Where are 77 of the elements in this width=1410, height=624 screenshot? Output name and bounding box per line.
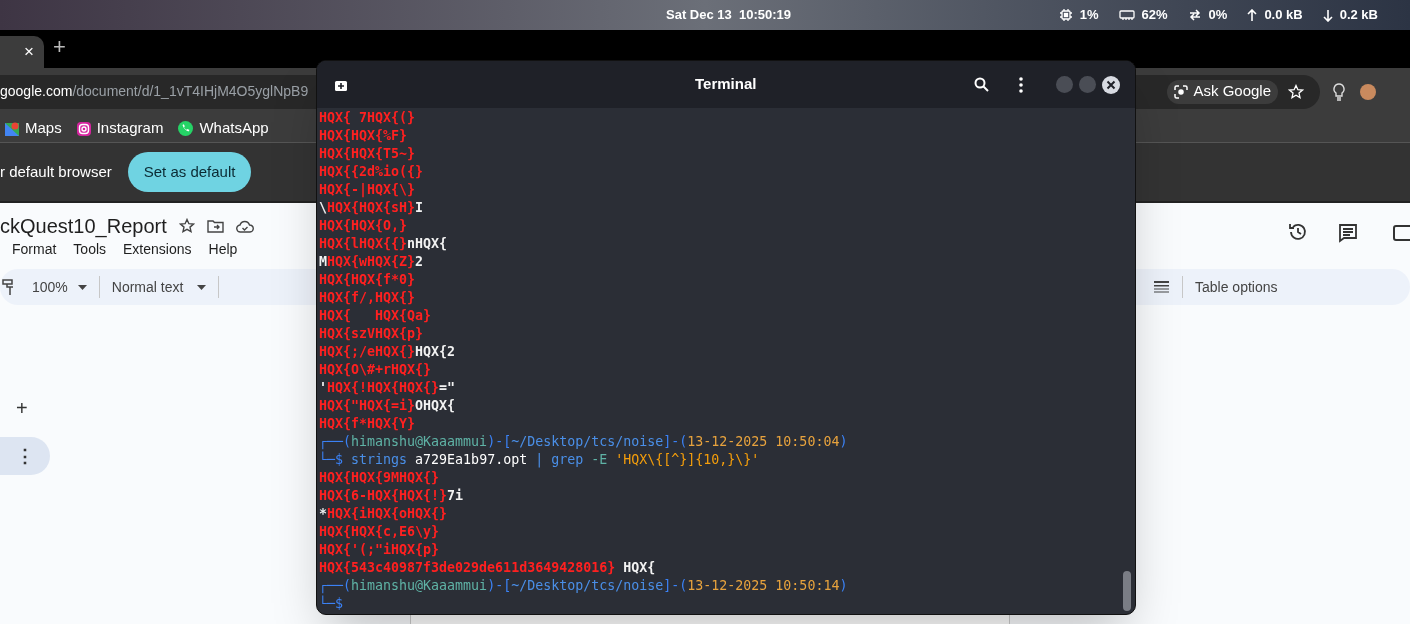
up-arrow-icon	[1247, 8, 1258, 22]
infobar-message: r default browser	[0, 161, 112, 182]
avatar[interactable]	[1360, 83, 1376, 100]
output-line: *HQX{iHQX{oHQX{}	[319, 505, 448, 523]
lens-icon	[1174, 84, 1189, 99]
down-arrow-icon	[1322, 8, 1333, 22]
zoom-dropdown[interactable]: 100%	[32, 276, 87, 298]
menu-item[interactable]: Format	[12, 239, 57, 260]
lightbulb-icon[interactable]	[1332, 82, 1346, 101]
phone-bubble-icon	[177, 120, 195, 137]
cpu-icon	[1058, 8, 1073, 22]
menu-item[interactable]: Extensions	[123, 239, 192, 260]
camera-icon	[75, 120, 92, 137]
output-line: HQX{-|HQX{\}	[319, 181, 416, 199]
output-line: HQX{ HQX{Qa}	[319, 307, 432, 325]
swap-arrows-icon	[1187, 8, 1202, 22]
command-line: └─$ strings a729Ea1b97.opt | grep -E 'HQX\{[^}]{10,}\}'	[319, 451, 760, 469]
table-icon[interactable]	[1154, 281, 1169, 293]
close-tab-button[interactable]: ×	[24, 39, 34, 65]
status-reading: 0.2 kB	[1339, 6, 1378, 25]
menu-item[interactable]: Tools	[73, 239, 107, 260]
status-reading: 1%	[1079, 6, 1099, 25]
output-line: HQX{O\#+rHQX{}	[319, 361, 432, 379]
memory-icon	[1118, 9, 1135, 21]
output-line: HQX{f/,HQX{}	[319, 289, 416, 307]
scrollbar[interactable]	[1123, 571, 1131, 611]
browser-tab[interactable]: ×	[0, 36, 44, 68]
output-line: HQX{HQX{f*0}	[319, 271, 416, 289]
bookmark[interactable]: Instagram	[75, 117, 164, 140]
cloud-check-icon[interactable]	[235, 219, 254, 233]
output-line: 'HQX{!HQX{HQX{}="	[319, 379, 456, 397]
status-reading: 0%	[1208, 6, 1228, 25]
output-line: HQX{HQX{9MHQX{}	[319, 469, 440, 487]
search-icon[interactable]	[974, 77, 989, 92]
menu-icon[interactable]	[1019, 76, 1023, 93]
output-line: \HQX{HQX{sH}I	[319, 199, 424, 217]
output-line: HQX{;/eHQX{}HQX{2	[319, 343, 456, 361]
status-reading: 62%	[1141, 6, 1168, 25]
output-line: HQX{ 7HQX{(}	[319, 109, 416, 127]
output-line: HQX{HQX{c,E6\y}	[319, 523, 440, 541]
output-line: HQX{HQX{O,}	[319, 217, 408, 235]
prompt-line: ┌──(himanshu@Kaaammui)-[~/Desktop/tcs/noise]-(13-12-2025 10:50:04)	[319, 433, 848, 451]
output-line: HQX{szVHQX{p}	[319, 325, 424, 343]
caret-icon	[197, 284, 207, 290]
window-title: Terminal	[695, 74, 757, 95]
output-line: HQX{f*HQX{Y}	[319, 415, 416, 433]
folder-icon[interactable]	[206, 219, 224, 233]
output-line: HQX{543c40987f3de029de611d3649428016} HQX{	[319, 559, 656, 577]
star-icon[interactable]	[178, 218, 195, 234]
set-as-default-button[interactable]: Set as default	[127, 152, 252, 192]
history-icon[interactable]	[1288, 222, 1308, 242]
prompt-line: ┌──(himanshu@Kaaammui)-[~/Desktop/tcs/noise]-(13-12-2025 10:50:14)	[319, 577, 848, 595]
output-line: HQX{lHQX{{}nHQX{	[319, 235, 448, 253]
caret-icon	[77, 284, 87, 290]
style-dropdown[interactable]: Normal text	[111, 276, 207, 298]
more-options-button[interactable]: ⋮	[0, 437, 50, 475]
comment-icon[interactable]	[1338, 223, 1358, 243]
new-tab-button[interactable]: +	[53, 30, 66, 63]
clock[interactable]: Sat Dec 13 10:50:19	[666, 5, 792, 25]
output-line: HQX{{2d%io({}	[319, 163, 424, 181]
status-reading: 0.0 kB	[1264, 6, 1303, 25]
paint-roller-icon[interactable]	[2, 278, 14, 296]
add-button[interactable]: +	[16, 393, 28, 423]
document-title[interactable]: ckQuest10_Report	[0, 211, 167, 241]
output-line: HQX{'(;"iHQX{p}	[319, 541, 440, 559]
output-line: HQX{"HQX{=i}OHQX{	[319, 397, 456, 415]
output-line: HQX{HQX{T5~}	[319, 145, 416, 163]
command-line: └─$	[319, 595, 344, 613]
close-button[interactable]	[1102, 75, 1120, 94]
output-line: HQX{6-HQX{HQX{!}7i	[319, 487, 464, 505]
table-options-button[interactable]: Table options	[1195, 276, 1278, 298]
menu-item[interactable]: Help	[208, 239, 238, 260]
bookmark[interactable]: Maps	[4, 117, 62, 140]
output-line: HQX{HQX{%F}	[319, 127, 408, 145]
bookmark[interactable]: WhatsApp	[177, 117, 269, 140]
output-line: MHQX{wHQX{Z}2	[319, 253, 424, 271]
ask-google-button[interactable]: Ask Google	[1167, 79, 1278, 104]
